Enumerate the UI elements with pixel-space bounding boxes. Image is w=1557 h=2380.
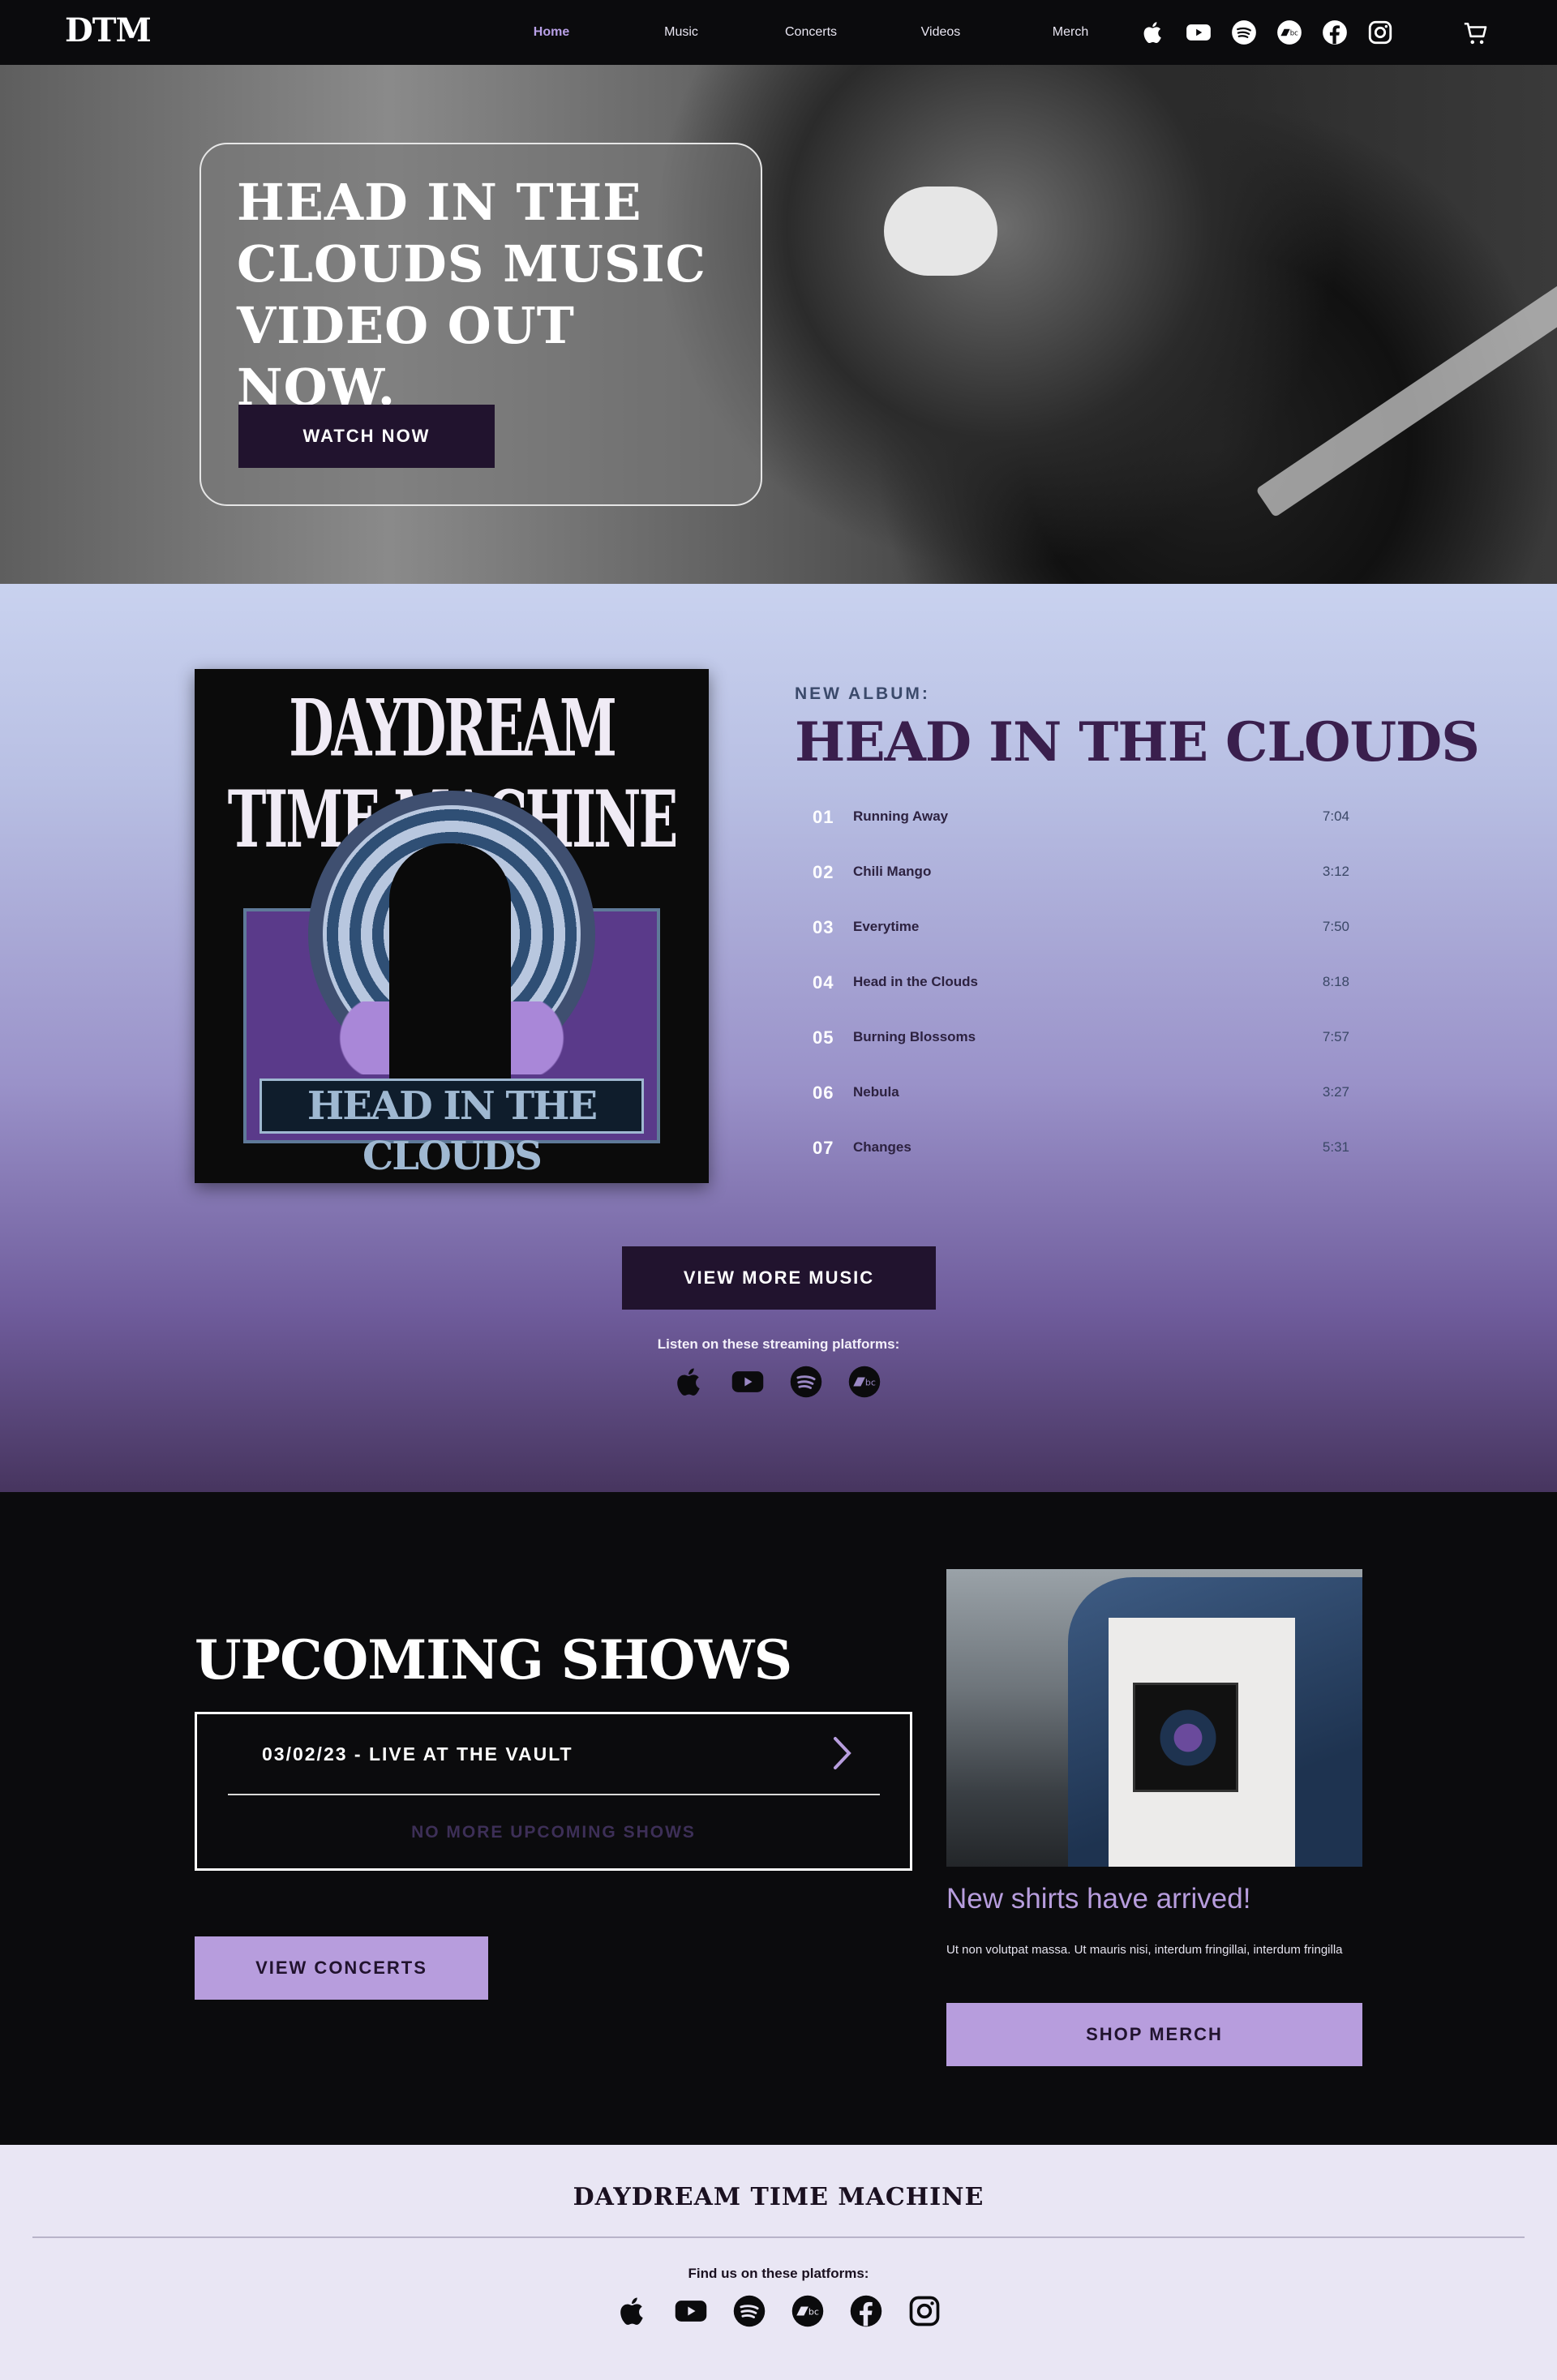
track-row[interactable]: 04 Head in the Clouds 8:18 [795,956,1362,1011]
track-number: 04 [813,972,834,993]
chevron-right-icon[interactable] [832,1735,853,1775]
youtube-icon[interactable] [1182,16,1215,49]
track-name: Running Away [853,808,949,824]
footer-band-name: DAYDREAM TIME MACHINE [573,2183,984,2211]
track-duration: 8:18 [1322,974,1349,989]
facebook-icon[interactable] [1319,16,1351,49]
track-duration: 7:04 [1322,808,1349,824]
hero-title: Head in the clouds music video out now. [237,173,706,417]
track-number: 07 [813,1138,834,1158]
spotify-icon[interactable] [788,1364,824,1400]
track-name: Changes [853,1139,911,1155]
svg-text:bc: bc [809,2307,819,2318]
watch-now-button[interactable]: WATCH NOW [238,405,495,468]
track-row[interactable]: 03 Everytime 7:50 [795,901,1362,956]
youtube-icon[interactable] [730,1364,766,1400]
cart-icon[interactable] [1460,18,1492,50]
top-navbar: DTM Home Music Concerts Videos Merch bc [0,0,1557,65]
apple-icon[interactable] [613,2292,652,2331]
apple-icon[interactable] [671,1364,707,1400]
upcoming-shows-title: UPCOMING SHOWS [195,1628,792,1692]
track-duration: 7:57 [1322,1029,1349,1044]
footer-platforms-label: Find us on these platforms: [688,2266,869,2281]
track-name: Nebula [853,1084,899,1100]
track-number: 05 [813,1027,834,1048]
shows-list: 03/02/23 - LIVE AT THE VAULT NO MORE UPC… [195,1712,912,1871]
track-row[interactable]: 01 Running Away 7:04 [795,791,1362,846]
album-cover-subtitle: HEAD IN THE CLOUDS [260,1079,644,1179]
spotify-icon[interactable] [730,2292,769,2331]
track-list: 01 Running Away 7:04 02 Chili Mango 3:12… [795,791,1362,1177]
track-number: 06 [813,1083,834,1103]
footer-divider [32,2236,1525,2238]
instagram-icon[interactable] [905,2292,944,2331]
bandcamp-icon[interactable]: bc [788,2292,827,2331]
nav-link-videos[interactable]: Videos [876,25,1006,40]
track-row[interactable]: 02 Chili Mango 3:12 [795,846,1362,901]
nav-links: Home Music Concerts Videos Merch [487,0,1135,65]
youtube-icon[interactable] [671,2292,710,2331]
track-duration: 7:50 [1322,919,1349,934]
track-row[interactable]: 07 Changes 5:31 [795,1121,1362,1177]
album-cover-figure [389,843,511,1111]
track-duration: 3:27 [1322,1084,1349,1100]
track-duration: 3:12 [1322,864,1349,879]
facebook-icon[interactable] [847,2292,886,2331]
track-duration: 5:31 [1322,1139,1349,1155]
shop-merch-button[interactable]: SHOP MERCH [946,2003,1362,2066]
footer [0,2145,1557,2380]
album-cover[interactable]: DAYDREAM TIME MACHINE HEAD IN THE CLOUDS [195,669,709,1183]
merch-shirt-print [1133,1683,1238,1792]
track-number: 03 [813,917,834,937]
streaming-icons: bc [671,1364,882,1400]
track-row[interactable]: 06 Nebula 3:27 [795,1066,1362,1121]
merch-photo[interactable] [946,1569,1362,1867]
streaming-label: Listen on these streaming platforms: [657,1336,900,1352]
site-logo[interactable]: DTM [65,11,152,49]
nav-link-concerts[interactable]: Concerts [746,25,876,40]
track-row[interactable]: 05 Burning Blossoms 7:57 [795,1011,1362,1066]
album-title: HEAD IN THE CLOUDS [795,710,1480,774]
no-more-shows-text: NO MORE UPCOMING SHOWS [411,1823,696,1842]
view-more-music-button[interactable]: VIEW MORE MUSIC [622,1246,936,1310]
track-name: Chili Mango [853,864,932,879]
footer-icons: bc [613,2292,944,2331]
apple-icon[interactable] [1137,16,1169,49]
track-name: Burning Blossoms [853,1029,976,1044]
merch-description: Ut non volutpat massa. Ut mauris nisi, i… [946,1943,1343,1957]
nav-link-merch[interactable]: Merch [1006,25,1135,40]
nav-link-home[interactable]: Home [487,25,616,40]
bandcamp-icon[interactable]: bc [1273,16,1306,49]
svg-text:bc: bc [865,1378,876,1388]
hero-microphone [884,187,997,276]
track-number: 01 [813,807,834,827]
show-divider [228,1794,880,1795]
nav-social-icons: bc [1137,16,1396,49]
track-number: 02 [813,862,834,882]
track-name: Head in the Clouds [853,974,978,989]
spotify-icon[interactable] [1228,16,1260,49]
instagram-icon[interactable] [1364,16,1396,49]
album-kicker: NEW ALBUM: [795,684,930,703]
svg-text:bc: bc [1290,30,1298,38]
merch-title: New shirts have arrived! [946,1883,1251,1915]
view-concerts-button[interactable]: VIEW CONCERTS [195,1936,488,2000]
show-item-label[interactable]: 03/02/23 - LIVE AT THE VAULT [262,1743,573,1765]
track-name: Everytime [853,919,920,934]
nav-link-music[interactable]: Music [616,25,746,40]
bandcamp-icon[interactable]: bc [847,1364,882,1400]
